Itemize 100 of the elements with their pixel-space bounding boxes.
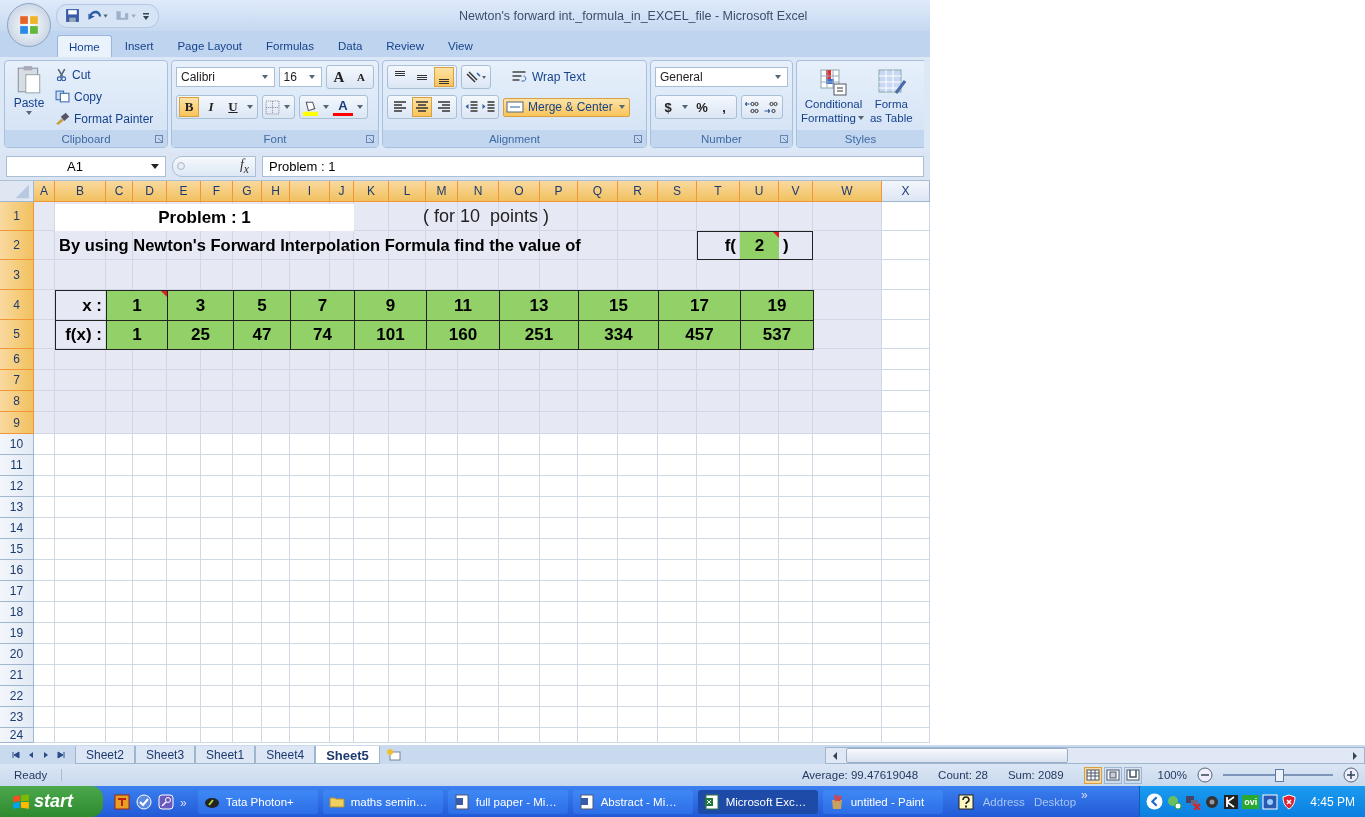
font-name-dropdown[interactable]: Calibri — [176, 67, 275, 87]
taskbar-button[interactable]: Abstract - Mi… — [572, 789, 693, 814]
zoom-level[interactable]: 100% — [1157, 769, 1187, 781]
normal-view-button[interactable] — [1083, 766, 1102, 784]
speaker-icon[interactable] — [1204, 793, 1221, 810]
decrease-decimal-icon[interactable] — [763, 100, 780, 114]
ribbon-tab[interactable]: Page Layout — [166, 35, 254, 57]
taskbar-button[interactable]: Tata Photon+ — [197, 789, 318, 814]
start-button[interactable]: start — [0, 786, 103, 817]
column-header[interactable]: J — [330, 181, 354, 202]
number-format-dropdown[interactable]: General — [655, 67, 788, 87]
sheet-tab[interactable]: Sheet4 — [255, 746, 316, 764]
page-layout-view-button[interactable] — [1103, 766, 1122, 784]
row-header[interactable]: 20 — [0, 644, 34, 665]
ribbon-tab[interactable]: Insert — [113, 35, 165, 57]
overflow-chevron[interactable]: » — [180, 795, 187, 810]
wrap-text-button[interactable]: Wrap Text — [509, 67, 588, 87]
column-header[interactable]: H — [262, 181, 290, 202]
ribbon-tab[interactable]: Data — [327, 35, 374, 57]
column-header[interactable]: T — [697, 181, 740, 202]
increase-decimal-icon[interactable] — [744, 100, 761, 114]
first-sheet-icon[interactable] — [12, 751, 20, 759]
checkmark-icon[interactable] — [136, 793, 152, 810]
column-header[interactable]: X — [882, 181, 930, 202]
column-header[interactable]: O — [499, 181, 540, 202]
row-header[interactable]: 4 — [0, 290, 34, 320]
merge-center-button[interactable]: Merge & Center — [503, 97, 630, 117]
column-header[interactable]: K — [354, 181, 389, 202]
column-header[interactable]: R — [618, 181, 658, 202]
row-header[interactable]: 13 — [0, 497, 34, 518]
sheet-tab[interactable]: Sheet3 — [135, 746, 196, 764]
column-header[interactable]: P — [540, 181, 578, 202]
network-icon[interactable] — [1166, 793, 1183, 810]
font-size-dropdown[interactable]: 16 — [278, 67, 322, 87]
zoom-out-icon[interactable] — [1197, 767, 1213, 783]
row-header[interactable]: 8 — [0, 391, 34, 412]
orientation-icon[interactable] — [464, 70, 488, 84]
expand-handle-icon[interactable] — [175, 159, 187, 173]
row-header[interactable]: 1 — [0, 202, 34, 231]
row-header[interactable]: 12 — [0, 476, 34, 497]
scroll-right-icon[interactable] — [1352, 751, 1358, 760]
customize-toolbar-icon[interactable] — [142, 10, 150, 21]
column-header[interactable]: N — [458, 181, 499, 202]
row-header[interactable]: 5 — [0, 320, 34, 349]
format-button[interactable]: B — [179, 97, 199, 117]
monitor-icon[interactable] — [1262, 793, 1279, 810]
previous-sheet-icon[interactable] — [27, 751, 35, 759]
name-box[interactable]: A1 — [6, 155, 166, 177]
column-header[interactable]: E — [167, 181, 201, 202]
dropdown-arrow-icon[interactable] — [323, 105, 329, 109]
column-header[interactable]: G — [233, 181, 262, 202]
shrink-font-button[interactable]: A — [351, 67, 371, 87]
key-icon[interactable] — [158, 793, 174, 810]
column-header[interactable]: L — [389, 181, 426, 202]
office-button[interactable] — [7, 3, 51, 47]
dropdown-arrow-icon[interactable] — [357, 105, 363, 109]
row-header[interactable]: 9 — [0, 412, 34, 434]
column-header[interactable]: W — [813, 181, 882, 202]
ribbon-tab[interactable]: Formulas — [255, 35, 325, 57]
ribbon-tab[interactable]: Review — [375, 35, 435, 57]
row-header[interactable]: 11 — [0, 455, 34, 476]
row-header[interactable]: 16 — [0, 560, 34, 581]
scroll-left-icon[interactable] — [832, 751, 838, 760]
row-header[interactable]: 23 — [0, 707, 34, 728]
formula-field[interactable]: Problem : 1 — [262, 155, 924, 177]
row-header[interactable]: 6 — [0, 349, 34, 370]
bottom-align-button[interactable] — [434, 67, 454, 87]
currency-button[interactable]: $ — [658, 97, 678, 117]
row-header[interactable]: 19 — [0, 623, 34, 644]
increase-indent-icon[interactable] — [481, 100, 496, 114]
row-header[interactable]: 18 — [0, 602, 34, 623]
row-header[interactable]: 7 — [0, 370, 34, 391]
column-header[interactable]: B — [55, 181, 106, 202]
row-header[interactable]: 3 — [0, 260, 34, 290]
row-header[interactable]: 15 — [0, 539, 34, 560]
column-header[interactable]: V — [779, 181, 813, 202]
help-icon[interactable] — [957, 793, 974, 810]
paste-button[interactable]: Paste — [9, 65, 49, 130]
format-painter-button[interactable]: Format Painter — [53, 109, 156, 128]
app-icon[interactable] — [1223, 793, 1240, 810]
disconnected-network-icon[interactable] — [1185, 793, 1202, 810]
column-header[interactable]: I — [290, 181, 330, 202]
ribbon-tab[interactable]: Home — [57, 35, 112, 57]
taskbar-button[interactable]: Microsoft Exc… — [697, 789, 818, 814]
row-header[interactable]: 17 — [0, 581, 34, 602]
row-header[interactable]: 10 — [0, 434, 34, 455]
taskbar-button[interactable]: untitled - Paint — [822, 789, 943, 814]
row-header[interactable]: 14 — [0, 518, 34, 539]
insert-function-button[interactable]: f$_{x}$ — [239, 156, 249, 176]
ribbon-tab[interactable]: View — [437, 35, 484, 57]
dropdown-arrow-icon[interactable] — [682, 105, 688, 109]
decrease-indent-icon[interactable] — [464, 100, 479, 114]
slider-thumb[interactable] — [1275, 768, 1285, 782]
page-break-view-button[interactable] — [1123, 766, 1142, 784]
cut-button[interactable]: Cut — [53, 65, 156, 84]
zoom-in-icon[interactable] — [1343, 767, 1359, 783]
percent-button[interactable]: % — [692, 97, 712, 117]
dropdown-arrow-icon[interactable] — [247, 105, 253, 109]
column-header[interactable]: U — [740, 181, 779, 202]
taskbar-button[interactable]: maths semin… — [322, 789, 443, 814]
